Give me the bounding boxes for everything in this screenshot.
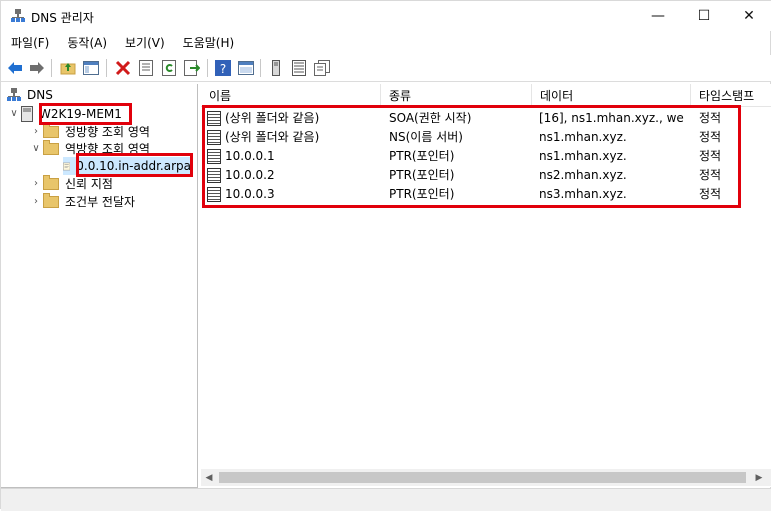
tree-label: 정방향 조회 영역	[65, 125, 150, 139]
console-icon[interactable]	[237, 59, 255, 77]
scroll-right-icon[interactable]: ▶	[753, 471, 765, 484]
tree-item-dns-root[interactable]: DNS	[7, 86, 53, 104]
delete-icon[interactable]	[114, 59, 132, 77]
title-bar: DNS 관리자 — ☐ ✕	[1, 1, 771, 31]
highlight-box-records	[202, 105, 741, 208]
toolbar-separator	[260, 59, 261, 77]
column-header-name[interactable]: 이름	[201, 84, 381, 106]
tree-label: 조건부 전달자	[65, 195, 136, 209]
folder-icon	[43, 123, 59, 138]
minimize-button[interactable]: —	[635, 1, 681, 31]
copy-icon[interactable]	[313, 59, 331, 77]
server-icon[interactable]	[267, 59, 285, 77]
highlight-box-zone	[76, 153, 193, 177]
console-tree: DNS ∨ W2K19-MEM1 › 정방향 조회 영역 ∨ 역방향 조회 영역…	[1, 84, 198, 488]
menu-bar: 파일(F) 동작(A) 보기(V) 도움말(H)	[1, 32, 771, 54]
column-header-data[interactable]: 데이터	[532, 84, 691, 106]
horizontal-scrollbar[interactable]: ◀ ▶	[201, 469, 771, 486]
svg-text:?: ?	[220, 62, 226, 76]
menu-file[interactable]: 파일(F)	[1, 32, 57, 54]
tree-item-conditional-forwarders[interactable]: › 조건부 전달자	[29, 193, 135, 211]
menu-action[interactable]: 동작(A)	[57, 32, 115, 54]
export-icon[interactable]	[183, 59, 201, 77]
forward-icon[interactable]	[28, 59, 46, 77]
folder-icon	[43, 193, 59, 208]
tree-label: 신뢰 지점	[65, 177, 113, 191]
window-title: DNS 관리자	[31, 11, 94, 25]
up-icon[interactable]	[59, 59, 77, 77]
refresh-icon[interactable]	[160, 59, 178, 77]
dns-root-icon	[7, 88, 21, 101]
folder-icon	[43, 175, 59, 190]
scrollbar-thumb[interactable]	[219, 472, 746, 483]
highlight-box-server	[39, 103, 132, 125]
server-icon	[21, 106, 33, 122]
dns-manager-window: DNS 관리자 — ☐ ✕ 파일(F) 동작(A) 보기(V) 도움말(H) ?…	[0, 0, 771, 511]
column-header-type[interactable]: 종류	[381, 84, 532, 106]
records-list: 이름 종류 데이터 타임스탬프 (상위 폴더와 같음) SOA(권한 시작) […	[201, 84, 771, 487]
toolbar-separator	[106, 59, 107, 77]
toolbar: ?	[1, 55, 771, 82]
chevron-right-icon[interactable]: ›	[29, 193, 43, 211]
dns-app-icon	[11, 9, 25, 22]
chevron-down-icon[interactable]: ∨	[29, 140, 43, 158]
close-button[interactable]: ✕	[726, 1, 771, 31]
tree-item-trust-points[interactable]: › 신뢰 지점	[29, 175, 113, 193]
status-bar	[1, 488, 771, 511]
show-hide-tree-icon[interactable]	[82, 59, 100, 77]
chevron-right-icon[interactable]: ›	[29, 175, 43, 193]
toolbar-separator	[51, 59, 52, 77]
chevron-right-icon[interactable]: ›	[29, 123, 43, 141]
back-icon[interactable]	[6, 59, 24, 77]
folder-icon	[43, 140, 59, 155]
maximize-button[interactable]: ☐	[681, 1, 727, 31]
toolbar-separator	[207, 59, 208, 77]
column-header-timestamp[interactable]: 타임스탬프	[691, 84, 771, 106]
menu-view[interactable]: 보기(V)	[115, 32, 173, 54]
chevron-down-icon[interactable]: ∨	[7, 105, 21, 123]
tree-item-forward-zones[interactable]: › 정방향 조회 영역	[29, 123, 150, 141]
zone-icon	[63, 162, 71, 170]
properties-icon[interactable]	[137, 59, 155, 77]
help-icon[interactable]: ?	[214, 59, 232, 77]
list-icon[interactable]	[290, 59, 308, 77]
list-header: 이름 종류 데이터 타임스탬프	[201, 84, 771, 107]
tree-label: DNS	[27, 88, 53, 102]
scroll-left-icon[interactable]: ◀	[203, 471, 215, 484]
menu-help[interactable]: 도움말(H)	[173, 32, 243, 54]
